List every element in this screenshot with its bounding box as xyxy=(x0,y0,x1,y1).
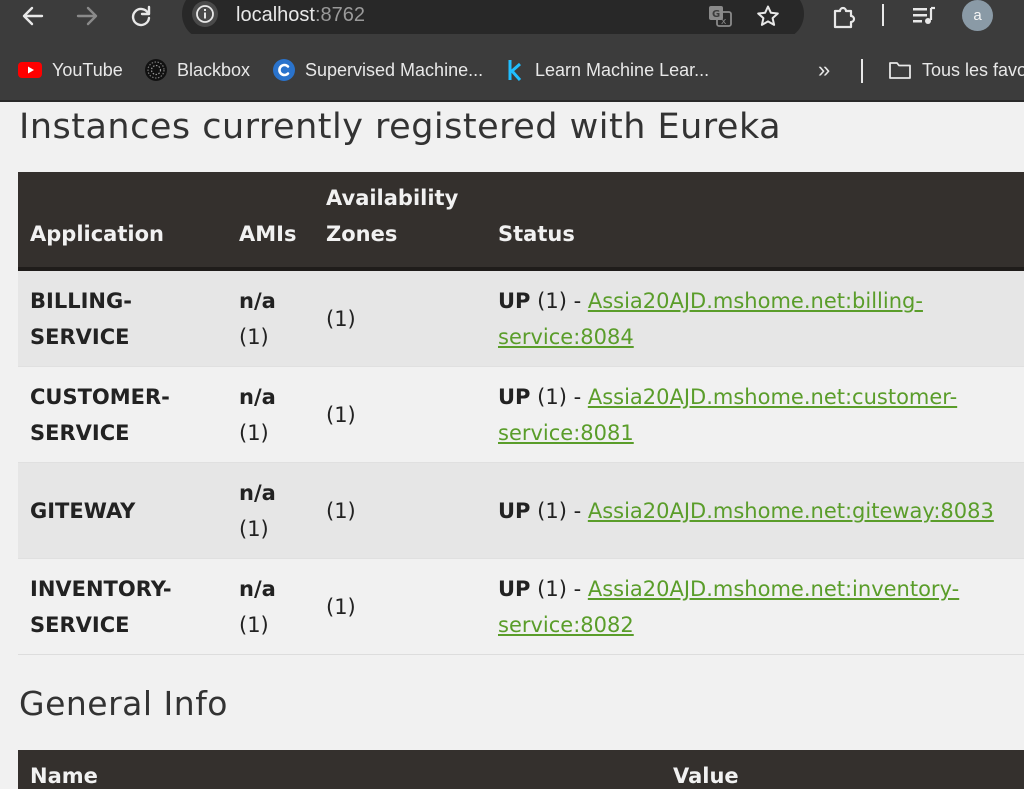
svg-text:G: G xyxy=(712,9,720,20)
status-cell: UP (1) - Assia20AJD.mshome.net:inventory… xyxy=(486,558,1024,655)
amis-count: (1) xyxy=(239,613,269,637)
back-button[interactable] xyxy=(17,0,49,32)
status-up: UP xyxy=(498,577,531,601)
bookmarks-divider xyxy=(861,59,863,83)
playlist-icon xyxy=(913,6,935,24)
instances-title: Instances currently registered with Eure… xyxy=(19,107,782,147)
url-host: localhost xyxy=(236,4,315,26)
zones-cell: (1) xyxy=(314,366,486,463)
status-count: (1) - xyxy=(537,577,582,601)
bookmark-label: Tous les favo xyxy=(922,59,1024,80)
eureka-page: Instances currently registered with Eure… xyxy=(0,102,1024,789)
header-amis: AMIs xyxy=(227,172,314,271)
reload-icon xyxy=(131,5,151,27)
youtube-icon xyxy=(18,61,42,79)
media-button[interactable] xyxy=(908,0,940,32)
profile-avatar[interactable]: a xyxy=(962,0,993,31)
forward-button[interactable] xyxy=(71,0,103,32)
application-name: CUSTOMER-SERVICE xyxy=(18,366,227,463)
general-info-table-header: Name Value xyxy=(18,750,1024,789)
bookmark-label: YouTube xyxy=(52,59,123,80)
folder-icon xyxy=(888,60,912,80)
status-count: (1) - xyxy=(537,499,582,523)
amis-cell: n/a (1) xyxy=(227,462,314,559)
translate-button[interactable]: Gx xyxy=(704,0,736,32)
bookmarks-bar: YouTube Blackbox Supervised Machine... L… xyxy=(0,34,1024,102)
zones-cell: (1) xyxy=(314,268,486,367)
table-row: INVENTORY-SERVICE n/a (1) (1) UP (1) - As… xyxy=(18,558,1024,655)
status-cell: UP (1) - Assia20AJD.mshome.net:billing-s… xyxy=(486,268,1024,367)
status-up: UP xyxy=(498,499,531,523)
bookmark-label: Blackbox xyxy=(177,59,251,80)
amis-count: (1) xyxy=(239,517,269,541)
zones-cell: (1) xyxy=(314,462,486,559)
all-bookmarks-folder[interactable]: Tous les favo xyxy=(888,59,1024,81)
table-row: CUSTOMER-SERVICE n/a (1) (1) UP (1) - Ass… xyxy=(18,366,1024,463)
bookmark-coursera[interactable]: Supervised Machine... xyxy=(273,59,483,81)
bookmark-label: Learn Machine Lear... xyxy=(535,59,710,80)
translate-icon: Gx xyxy=(709,6,732,27)
amis-value: n/a xyxy=(239,481,276,505)
status-count: (1) - xyxy=(537,385,582,409)
browser-toolbar: localhost:8762 Gx a xyxy=(0,0,1024,40)
amis-cell: n/a (1) xyxy=(227,268,314,367)
table-row: GITEWAY n/a (1) (1) UP (1) - Assia20AJD.m… xyxy=(18,462,1024,559)
amis-cell: n/a (1) xyxy=(227,558,314,655)
status-cell: UP (1) - Assia20AJD.mshome.net:customer-… xyxy=(486,366,1024,463)
forward-arrow-icon xyxy=(76,6,98,26)
bookmark-kaggle[interactable]: Learn Machine Lear... xyxy=(505,59,709,81)
instances-table: Application AMIs Availability Zones Stat… xyxy=(18,172,1024,655)
header-value: Value xyxy=(673,764,739,788)
bookmark-youtube[interactable]: YouTube xyxy=(18,59,123,81)
amis-count: (1) xyxy=(239,325,269,349)
reload-button[interactable] xyxy=(125,0,157,32)
application-name: BILLING-SERVICE xyxy=(18,268,227,367)
amis-value: n/a xyxy=(239,577,276,601)
header-name: Name xyxy=(30,764,98,788)
amis-value: n/a xyxy=(239,289,276,313)
extensions-button[interactable] xyxy=(828,0,860,32)
url-port: :8762 xyxy=(314,4,365,26)
bookmark-label: Supervised Machine... xyxy=(305,59,484,80)
url-text[interactable]: localhost:8762 xyxy=(236,3,365,27)
bookmark-star-button[interactable] xyxy=(752,0,784,32)
back-arrow-icon xyxy=(22,6,44,26)
site-info-button[interactable] xyxy=(192,1,218,27)
bookmarks-overflow-button[interactable]: » xyxy=(818,57,830,82)
application-name: INVENTORY-SERVICE xyxy=(18,558,227,655)
puzzle-icon xyxy=(833,6,856,29)
header-availability-zones: Availability Zones xyxy=(314,172,486,271)
svg-text:x: x xyxy=(721,17,727,27)
kaggle-icon xyxy=(505,59,525,81)
table-header-row: Application AMIs Availability Zones Stat… xyxy=(18,172,1024,271)
star-icon xyxy=(757,5,779,26)
blackbox-icon xyxy=(145,59,167,81)
header-application: Application xyxy=(18,172,227,271)
coursera-icon xyxy=(273,59,295,81)
amis-count: (1) xyxy=(239,421,269,445)
status-count: (1) - xyxy=(537,289,582,313)
instance-link[interactable]: Assia20AJD.mshome.net:giteway:8083 xyxy=(588,499,994,523)
zones-cell: (1) xyxy=(314,558,486,655)
bookmark-blackbox[interactable]: Blackbox xyxy=(145,59,250,81)
status-cell: UP (1) - Assia20AJD.mshome.net:giteway:8… xyxy=(486,462,1024,559)
status-up: UP xyxy=(498,289,531,313)
table-row: BILLING-SERVICE n/a (1) (1) UP (1) - Assi… xyxy=(18,268,1024,367)
info-icon xyxy=(196,5,214,23)
general-info-title: General Info xyxy=(19,684,228,723)
application-name: GITEWAY xyxy=(18,462,227,559)
amis-cell: n/a (1) xyxy=(227,366,314,463)
toolbar-divider xyxy=(882,4,884,26)
amis-value: n/a xyxy=(239,385,276,409)
status-up: UP xyxy=(498,385,531,409)
header-status: Status xyxy=(486,172,1024,271)
